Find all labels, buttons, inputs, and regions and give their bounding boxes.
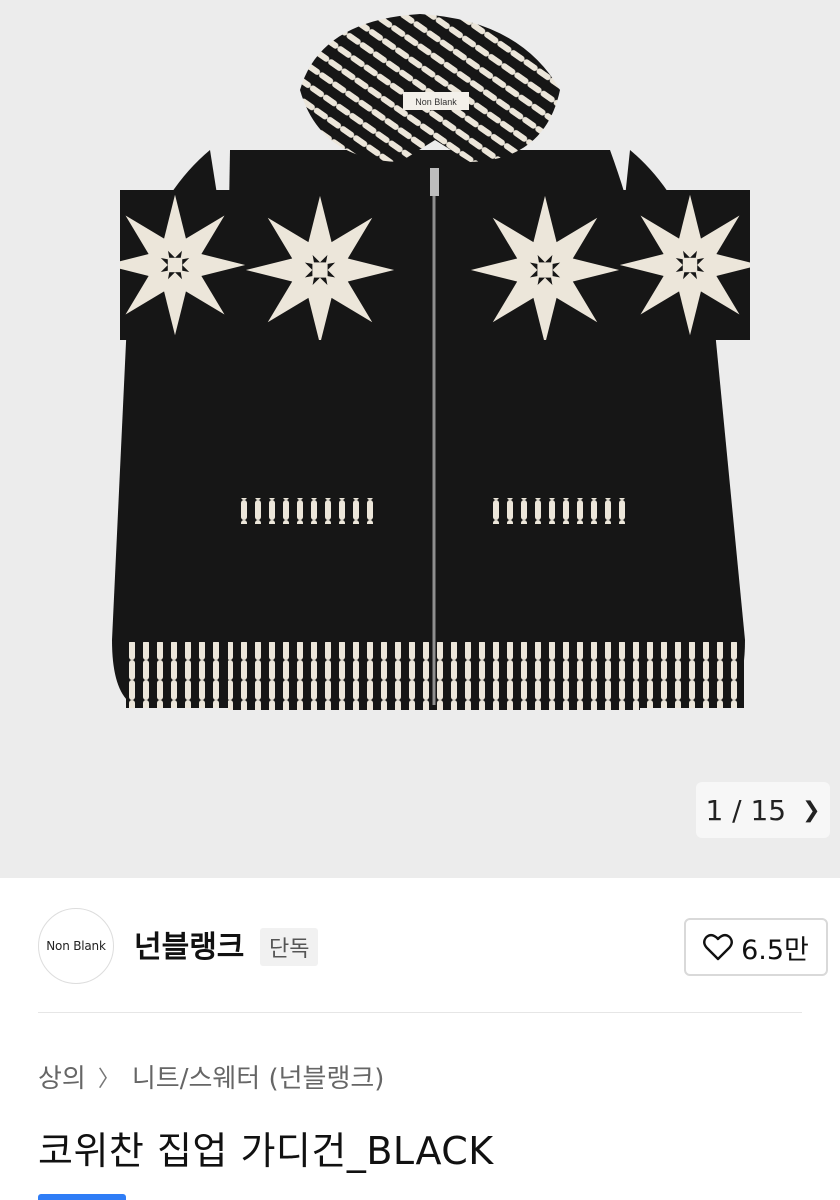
- section-divider: [38, 1012, 802, 1013]
- image-counter[interactable]: 1 / 15 ❯: [696, 782, 830, 838]
- heart-outline-icon: [703, 933, 734, 961]
- chevron-right-icon: ❯: [802, 797, 821, 823]
- breadcrumb: 상의 〉 니트/스웨터 (넌블랭크): [38, 1058, 384, 1095]
- brand-logo-text: Non Blank: [46, 939, 106, 953]
- product-image-carousel[interactable]: Non Blank 1 / 15 ❯: [0, 0, 840, 878]
- like-button[interactable]: 6.5만: [684, 918, 828, 976]
- brand-logo[interactable]: Non Blank: [38, 908, 114, 984]
- cardigan-image: Non Blank: [112, 14, 750, 710]
- tag-indicator: [38, 1194, 126, 1200]
- breadcrumb-item-subcategory[interactable]: 니트/스웨터 (넌블랭크): [132, 1058, 385, 1095]
- product-title: 코위찬 집업 가디건_BLACK: [38, 1129, 494, 1173]
- like-count: 6.5만: [741, 934, 809, 966]
- exclusive-badge: 단독: [260, 928, 319, 966]
- brand-row: Non Blank 넌블랭크 단독 6.5만: [0, 878, 840, 1012]
- collar-label: Non Blank: [415, 97, 457, 107]
- brand-name[interactable]: 넌블랭크: [134, 922, 244, 966]
- image-counter-text: 1 / 15: [705, 793, 787, 827]
- breadcrumb-item-category[interactable]: 상의: [38, 1058, 86, 1095]
- chevron-right-icon: 〉: [97, 1066, 120, 1092]
